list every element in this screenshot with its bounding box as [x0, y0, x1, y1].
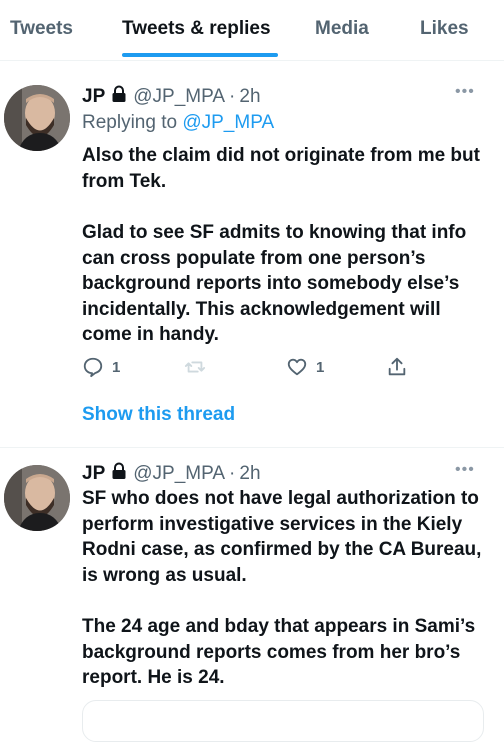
avatar-image — [4, 85, 70, 151]
replying-to-mention[interactable]: @JP_MPA — [182, 112, 274, 133]
more-icon[interactable]: ••• — [455, 83, 475, 101]
user-handle[interactable]: @JP_MPA — [133, 463, 225, 485]
user-handle[interactable]: @JP_MPA — [133, 86, 225, 108]
tweet[interactable]: JP @JP_MPA · 2h ••• SF who does not have… — [0, 448, 504, 742]
active-tab-indicator — [122, 53, 278, 57]
share-button[interactable] — [386, 356, 408, 378]
tab-likes[interactable]: Likes — [420, 18, 469, 40]
retweet-icon — [184, 361, 206, 373]
more-icon[interactable]: ••• — [455, 461, 475, 479]
tweet-header: JP @JP_MPA · 2h — [82, 85, 261, 109]
tab-tweets[interactable]: Tweets — [10, 18, 73, 40]
reply-icon — [83, 357, 103, 378]
heart-icon — [287, 358, 307, 376]
display-name[interactable]: JP — [82, 463, 105, 485]
tweet-text: SF who does not have legal authorization… — [82, 486, 492, 691]
tab-media[interactable]: Media — [315, 18, 369, 40]
avatar[interactable] — [4, 85, 70, 151]
tweet[interactable]: JP @JP_MPA · 2h ••• Replying to @JP_MPA … — [0, 61, 504, 448]
profile-tabs: Tweets Tweets & replies Media Likes — [0, 0, 504, 61]
timestamp[interactable]: 2h — [239, 86, 260, 108]
like-button[interactable]: 1 — [286, 356, 324, 378]
tweet-paragraph: SF who does not have legal authorization… — [82, 488, 482, 586]
separator-dot: · — [229, 463, 236, 484]
tweet-paragraph: Also the claim did not originate from me… — [82, 145, 480, 192]
replying-to: Replying to @JP_MPA — [82, 112, 274, 134]
separator-dot: · — [229, 86, 236, 107]
show-this-thread-link[interactable]: Show this thread — [82, 404, 235, 426]
display-name[interactable]: JP — [82, 86, 105, 108]
tweet-paragraph: The 24 age and bday that appears in Sami… — [82, 616, 476, 688]
reply-count: 1 — [112, 358, 121, 376]
tab-tweets-and-replies[interactable]: Tweets & replies — [122, 18, 271, 40]
tweet-actions: 1 1 — [82, 356, 412, 380]
like-count: 1 — [316, 358, 325, 376]
tweet-paragraph: Glad to see SF admits to knowing that in… — [82, 222, 467, 345]
retweet-button[interactable] — [184, 356, 214, 378]
lock-icon — [111, 85, 127, 109]
link-card[interactable] — [82, 700, 484, 742]
avatar[interactable] — [4, 465, 70, 531]
tweet-header: JP @JP_MPA · 2h — [82, 462, 261, 486]
lock-icon — [111, 462, 127, 486]
share-icon — [388, 357, 406, 376]
timestamp[interactable]: 2h — [239, 463, 260, 485]
reply-button[interactable]: 1 — [82, 356, 120, 378]
avatar-image — [4, 465, 70, 531]
tweet-text: Also the claim did not originate from me… — [82, 143, 492, 348]
replying-to-label: Replying to — [82, 112, 183, 133]
